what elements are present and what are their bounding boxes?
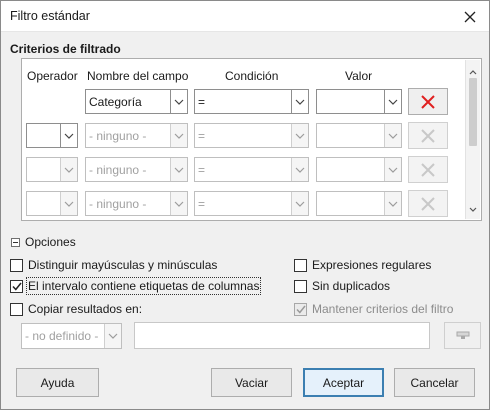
checkbox-box bbox=[10, 258, 23, 272]
close-icon[interactable] bbox=[459, 6, 481, 28]
ok-button[interactable]: Aceptar bbox=[303, 368, 384, 397]
copy-results-label: Copiar resultados en: bbox=[28, 302, 143, 316]
chevron-down-icon bbox=[104, 324, 121, 348]
chevron-down-icon bbox=[60, 192, 77, 215]
condition-value: = bbox=[198, 162, 206, 177]
dialog-title: Filtro estándar bbox=[10, 9, 90, 23]
checkbox-box bbox=[294, 258, 307, 272]
condition-select[interactable]: = bbox=[194, 157, 309, 182]
chevron-down-icon bbox=[384, 124, 401, 147]
chevron-down-icon bbox=[170, 124, 187, 147]
no-duplicates-label: Sin duplicados bbox=[312, 279, 391, 293]
filter-dialog: Filtro estándar Criterios de filtrado Op… bbox=[0, 0, 490, 410]
copy-results-checkbox[interactable]: Copiar resultados en: bbox=[10, 302, 142, 316]
chevron-down-icon bbox=[384, 90, 401, 113]
condition-value: = bbox=[198, 94, 206, 109]
criteria-section-title: Criterios de filtrado bbox=[10, 42, 121, 56]
remove-condition-button[interactable] bbox=[408, 156, 448, 183]
remove-condition-button[interactable] bbox=[408, 122, 448, 149]
delete-x-icon bbox=[421, 162, 435, 177]
reset-button[interactable]: Vaciar bbox=[211, 368, 292, 397]
check-icon bbox=[11, 282, 22, 291]
chevron-down-icon bbox=[384, 158, 401, 181]
chevron-down-icon bbox=[170, 158, 187, 181]
chevron-down-icon bbox=[60, 124, 77, 147]
field-name-select[interactable]: - ninguno - bbox=[85, 157, 188, 182]
header-field-name: Nombre del campo bbox=[87, 69, 189, 83]
chevron-down-icon[interactable] bbox=[469, 201, 477, 215]
condition-value: = bbox=[198, 196, 206, 211]
header-operator: Operador bbox=[27, 69, 78, 83]
field-name-value: - ninguno - bbox=[89, 162, 147, 177]
chevron-down-icon bbox=[170, 90, 187, 113]
condition-value: = bbox=[198, 128, 206, 143]
keep-criteria-label: Mantener criterios del filtro bbox=[312, 302, 454, 316]
chevron-down-icon bbox=[60, 158, 77, 181]
delete-x-icon bbox=[421, 128, 435, 143]
value-select[interactable] bbox=[316, 157, 402, 182]
delete-x-icon bbox=[421, 196, 435, 211]
condition-select[interactable]: = bbox=[194, 89, 309, 114]
checkbox-box bbox=[10, 279, 23, 293]
scrollbar-thumb[interactable] bbox=[469, 78, 477, 146]
chevron-down-icon bbox=[384, 192, 401, 215]
help-button[interactable]: Ayuda bbox=[16, 368, 99, 397]
chevron-down-icon bbox=[291, 192, 308, 215]
case-sensitive-label: Distinguir mayúsculas y minúsculas bbox=[28, 258, 218, 272]
operator-select[interactable] bbox=[26, 157, 78, 182]
value-select[interactable] bbox=[316, 191, 402, 216]
options-label: Opciones bbox=[25, 235, 76, 249]
field-name-value: - ninguno - bbox=[89, 196, 147, 211]
chevron-down-icon bbox=[291, 158, 308, 181]
field-name-select[interactable]: - ninguno - bbox=[85, 123, 188, 148]
checkbox-box bbox=[10, 302, 23, 316]
criteria-grid: Operador Nombre del campo Condición Valo… bbox=[21, 58, 482, 221]
collapse-icon bbox=[11, 237, 20, 247]
chevron-down-icon bbox=[170, 192, 187, 215]
destination-select[interactable]: - no definido - bbox=[21, 323, 122, 349]
header-condition: Condición bbox=[225, 69, 279, 83]
value-select[interactable] bbox=[316, 123, 402, 148]
field-name-select[interactable]: - ninguno - bbox=[85, 191, 188, 216]
operator-select[interactable] bbox=[26, 191, 78, 216]
remove-condition-button[interactable] bbox=[408, 88, 448, 115]
no-duplicates-checkbox[interactable]: Sin duplicados bbox=[294, 279, 390, 293]
criteria-scrollbar[interactable] bbox=[465, 60, 480, 219]
case-sensitive-checkbox[interactable]: Distinguir mayúsculas y minúsculas bbox=[10, 258, 217, 272]
header-value: Valor bbox=[345, 69, 373, 83]
destination-input[interactable] bbox=[134, 322, 430, 349]
field-name-select[interactable]: Categoría bbox=[85, 89, 188, 114]
destination-select-value: - no definido - bbox=[25, 329, 99, 343]
check-icon bbox=[295, 305, 306, 314]
regex-checkbox[interactable]: Expresiones regulares bbox=[294, 258, 431, 272]
has-headers-label: El intervalo contiene etiquetas de colum… bbox=[25, 277, 262, 295]
field-name-value: - ninguno - bbox=[89, 128, 147, 143]
shrink-button[interactable] bbox=[444, 322, 481, 349]
shrink-icon bbox=[456, 331, 469, 339]
keep-criteria-checkbox[interactable]: Mantener criterios del filtro bbox=[294, 302, 453, 316]
cancel-button[interactable]: Cancelar bbox=[394, 368, 475, 397]
title-bar: Filtro estándar bbox=[1, 1, 489, 32]
chevron-down-icon bbox=[291, 90, 308, 113]
regex-label: Expresiones regulares bbox=[312, 258, 432, 272]
checkbox-box bbox=[294, 279, 307, 293]
delete-x-icon bbox=[421, 94, 435, 109]
options-toggle[interactable]: Opciones bbox=[11, 235, 76, 249]
value-select[interactable] bbox=[316, 89, 402, 114]
condition-select[interactable]: = bbox=[194, 191, 309, 216]
operator-select[interactable] bbox=[26, 123, 78, 148]
field-name-value: Categoría bbox=[89, 94, 142, 109]
chevron-down-icon bbox=[291, 124, 308, 147]
checkbox-box bbox=[294, 302, 307, 316]
chevron-up-icon[interactable] bbox=[469, 64, 477, 78]
remove-condition-button[interactable] bbox=[408, 190, 448, 217]
condition-select[interactable]: = bbox=[194, 123, 309, 148]
has-headers-checkbox[interactable]: El intervalo contiene etiquetas de colum… bbox=[10, 277, 262, 295]
